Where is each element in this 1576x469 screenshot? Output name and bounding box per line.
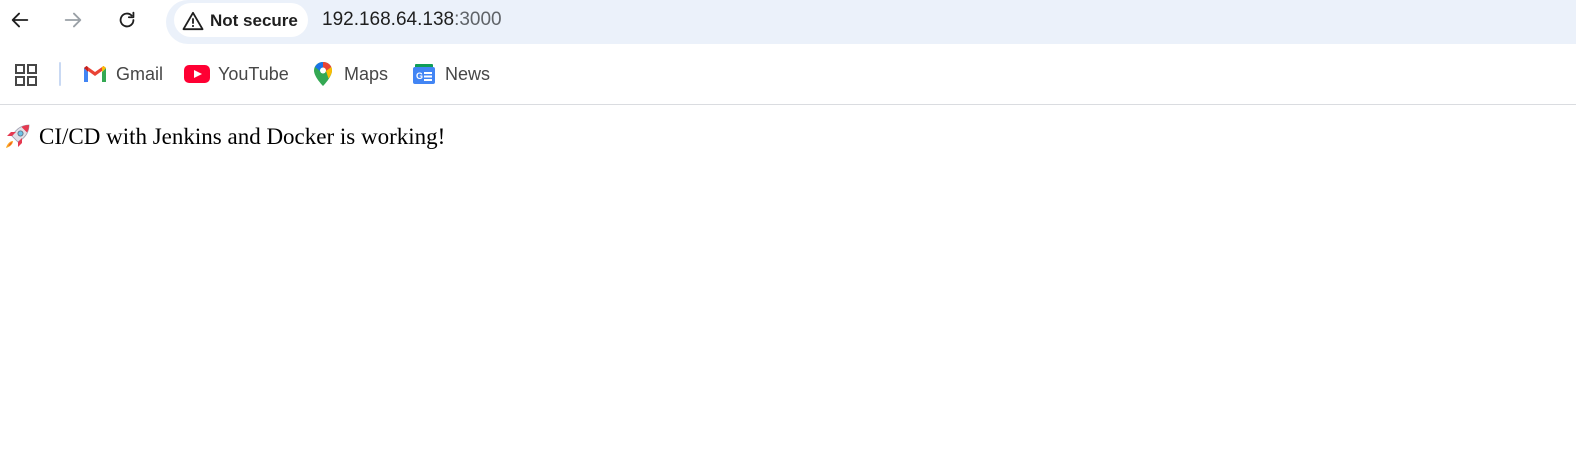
bookmark-label: News (445, 63, 491, 84)
arrow-left-icon (11, 12, 29, 28)
bookmark-label: Gmail (116, 63, 164, 84)
bookmark-label: Maps (344, 63, 389, 84)
maps-icon (310, 61, 336, 87)
apps-grid-icon[interactable] (14, 63, 38, 87)
bookmarks-bar: Gmail YouTube Maps G News (0, 52, 1576, 96)
security-chip[interactable]: Not secure (174, 3, 308, 37)
toolbar-divider (0, 104, 1576, 105)
security-label: Not secure (210, 11, 298, 30)
url-host: 192.168.64.138 (322, 9, 455, 30)
reload-icon (119, 11, 135, 28)
back-button[interactable] (4, 4, 36, 36)
page-body: CI/CD with Jenkins and Docker is working… (0, 122, 445, 152)
reload-button[interactable] (111, 4, 143, 36)
bookmark-maps[interactable]: Maps (310, 60, 388, 88)
url-port: :3000 (454, 9, 502, 30)
youtube-icon (184, 61, 210, 87)
svg-text:G: G (416, 71, 423, 81)
news-icon: G (411, 61, 437, 87)
warning-icon (182, 11, 204, 31)
gmail-icon (82, 61, 108, 87)
forward-button[interactable] (57, 4, 89, 36)
url-text[interactable]: 192.168.64.138:3000 (322, 9, 502, 31)
arrow-right-icon (64, 12, 82, 28)
bookmarks-separator (59, 62, 61, 86)
rocket-icon (6, 124, 30, 148)
bookmark-label: YouTube (218, 63, 289, 84)
address-bar[interactable]: Not secure 192.168.64.138:3000 (166, 0, 1576, 44)
page-message: CI/CD with Jenkins and Docker is working… (39, 124, 446, 149)
browser-toolbar: Not secure 192.168.64.138:3000 (0, 0, 1576, 44)
bookmark-youtube[interactable]: YouTube (184, 60, 289, 88)
bookmark-gmail[interactable]: Gmail (82, 60, 163, 88)
bookmark-news[interactable]: G News (411, 60, 490, 88)
